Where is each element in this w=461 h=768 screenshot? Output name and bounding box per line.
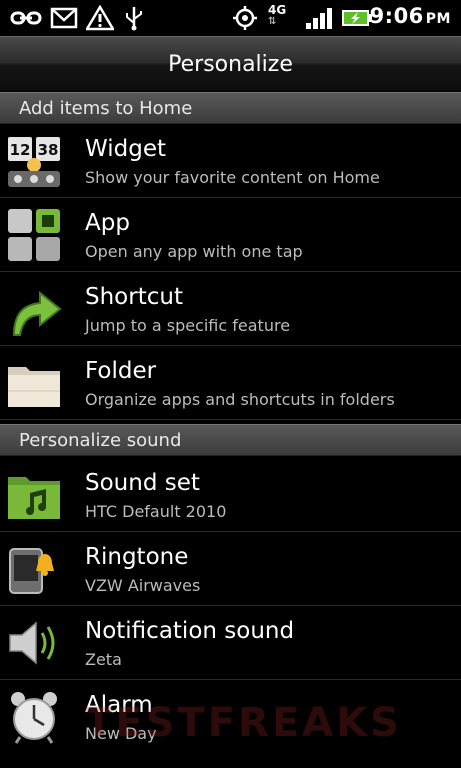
- list-item-label: Widget: [85, 136, 166, 162]
- list-item-label: App: [85, 210, 130, 236]
- usb-link-icon: [10, 11, 42, 25]
- list-item-shortcut[interactable]: Shortcut Jump to a specific feature: [0, 272, 461, 346]
- list-item-notification-sound[interactable]: Notification sound Zeta: [0, 606, 461, 680]
- list-item-description: Organize apps and shortcuts in folders: [85, 390, 395, 409]
- warning-icon: [86, 5, 114, 31]
- list-item-description: Zeta: [85, 650, 122, 669]
- signal-icon: [306, 8, 332, 29]
- app-grid-icon: [8, 209, 60, 261]
- list-item-label: Alarm: [85, 692, 153, 718]
- list-item-widget[interactable]: 12 38 Widget Show your favorite content …: [0, 124, 461, 198]
- status-clock: 9:06 PM: [370, 4, 451, 28]
- list-item-description: VZW Airwaves: [85, 576, 201, 595]
- list-item-description: Open any app with one tap: [85, 242, 303, 261]
- svg-text:38: 38: [38, 141, 59, 159]
- network-4g-icon: 4G ⇅: [268, 3, 287, 27]
- alarm-clock-icon: [11, 692, 57, 744]
- clock-ampm: PM: [425, 11, 451, 27]
- status-bar: 4G ⇅ 9:06 PM: [0, 0, 461, 36]
- list-item-description: Show your favorite content on Home: [85, 168, 380, 187]
- list-item-label: Ringtone: [85, 544, 189, 570]
- list-item-label: Folder: [85, 358, 157, 384]
- list-item-sound-set[interactable]: Sound set HTC Default 2010: [0, 458, 461, 532]
- page-title: Personalize: [168, 51, 293, 77]
- list-item-label: Shortcut: [85, 284, 183, 310]
- music-folder-icon: [8, 477, 60, 519]
- list-item-label: Sound set: [85, 470, 200, 496]
- section-header-sound-label: Personalize sound: [19, 430, 182, 451]
- ringtone-bell-icon: [9, 548, 54, 594]
- clock-time: 9:06: [369, 4, 424, 28]
- list-item-description: New Day: [85, 724, 157, 743]
- shortcut-arrow-icon: [12, 290, 62, 336]
- network-type-label: 4G: [268, 3, 287, 17]
- title-bar: Personalize: [0, 36, 461, 92]
- list-item-app[interactable]: App Open any app with one tap: [0, 198, 461, 272]
- list-item-label: Notification sound: [85, 618, 295, 644]
- list-item-description: Jump to a specific feature: [85, 316, 291, 335]
- section-header-home-label: Add items to Home: [19, 98, 193, 119]
- gmail-icon: [50, 7, 78, 29]
- folder-icon: [8, 367, 60, 407]
- widget-clock-icon: 12 38: [8, 137, 60, 187]
- gps-icon: [233, 6, 257, 30]
- list-item-ringtone[interactable]: Ringtone VZW Airwaves: [0, 532, 461, 606]
- usb-icon: [126, 7, 142, 31]
- list-item-description: HTC Default 2010: [85, 502, 227, 521]
- svg-text:12: 12: [10, 141, 31, 159]
- section-header-sound: Personalize sound: [0, 424, 461, 456]
- section-header-home: Add items to Home: [0, 92, 461, 124]
- list-item-alarm[interactable]: Alarm New Day: [0, 680, 461, 754]
- list-item-folder[interactable]: Folder Organize apps and shortcuts in fo…: [0, 346, 461, 420]
- speaker-icon: [9, 621, 55, 665]
